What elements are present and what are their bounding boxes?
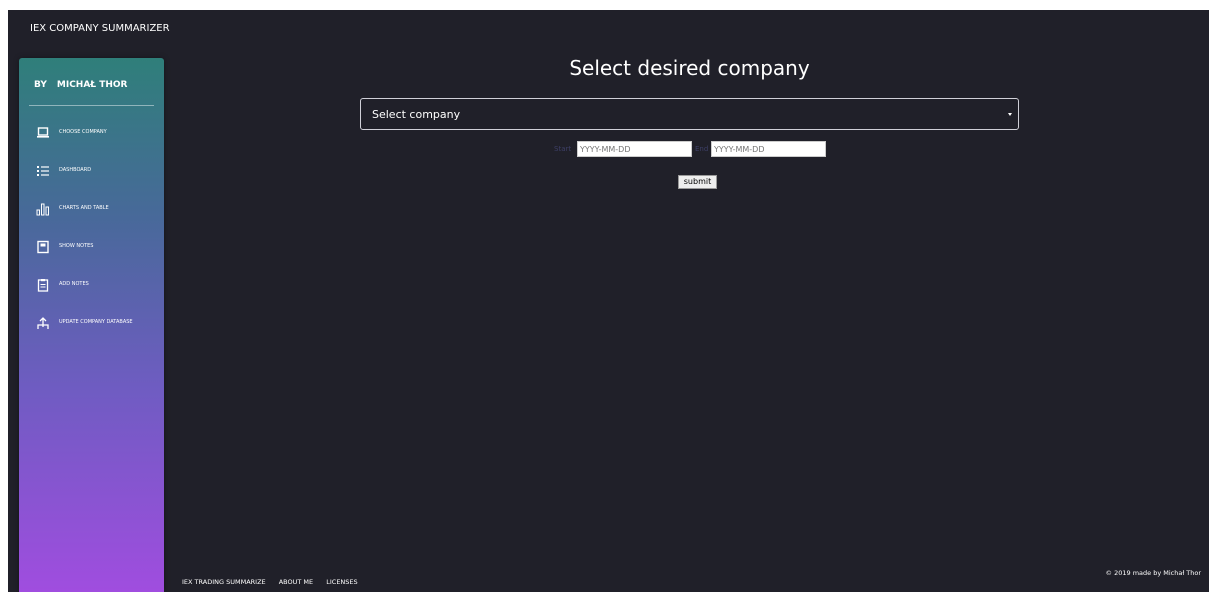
start-date-input[interactable]: [577, 141, 692, 157]
sidebar-item-label: SHOW NOTES: [59, 243, 94, 249]
chevron-down-icon: [1008, 113, 1012, 116]
sidebar-item-show-notes[interactable]: SHOW NOTES: [19, 238, 164, 258]
sidebar-item-charts-and-table[interactable]: CHARTS AND TABLE: [19, 200, 164, 220]
sidebar-item-label: ADD NOTES: [59, 281, 89, 287]
copyright-text: © 2019 made by Michał Thor: [1105, 569, 1201, 577]
sidebar-item-choose-company[interactable]: CHOOSE COMPANY: [19, 124, 164, 144]
bar-chart-icon: [36, 202, 50, 216]
notebook-icon: [36, 240, 50, 254]
footer-link-iex-trading-summarize[interactable]: IEX TRADING SUMMARIZE: [182, 578, 266, 586]
sidebar-divider: [29, 105, 154, 106]
start-date-label: Start: [554, 145, 572, 153]
footer-link-about-me[interactable]: ABOUT ME: [279, 578, 313, 586]
sidebar-item-label: CHOOSE COMPANY: [59, 129, 107, 135]
app-frame: IEX COMPANY SUMMARIZER BY MICHAŁ THOR CHO…: [8, 10, 1209, 592]
sidebar-item-label: UPDATE COMPANY DATABASE: [59, 319, 133, 325]
sidebar: BY MICHAŁ THOR CHOOSE COMPANY DASHBOARD C…: [19, 58, 164, 592]
end-date-input[interactable]: [711, 141, 826, 157]
clipboard-icon: [36, 278, 50, 292]
company-select[interactable]: Select company: [360, 98, 1019, 130]
page-title: Select desired company: [569, 56, 810, 80]
app-title: IEX COMPANY SUMMARIZER: [30, 23, 170, 34]
footer-links: IEX TRADING SUMMARIZE ABOUT ME LICENSES: [182, 569, 366, 588]
author-credit: BY MICHAŁ THOR: [34, 80, 127, 90]
company-select-value: Select company: [372, 108, 461, 121]
by-label: BY: [34, 80, 47, 90]
footer-link-licenses[interactable]: LICENSES: [326, 578, 357, 586]
author-name: MICHAŁ THOR: [56, 80, 128, 90]
submit-button[interactable]: submit: [678, 175, 717, 189]
laptop-icon: [36, 126, 50, 140]
sidebar-item-dashboard[interactable]: DASHBOARD: [19, 162, 164, 182]
end-date-label: End: [695, 145, 709, 153]
upload-icon: [36, 316, 50, 330]
sidebar-item-add-notes[interactable]: ADD NOTES: [19, 276, 164, 296]
sidebar-item-label: DASHBOARD: [59, 167, 92, 173]
sidebar-item-label: CHARTS AND TABLE: [59, 205, 109, 211]
sidebar-item-update-company-database[interactable]: UPDATE COMPANY DATABASE: [19, 314, 164, 334]
list-icon: [36, 164, 50, 178]
